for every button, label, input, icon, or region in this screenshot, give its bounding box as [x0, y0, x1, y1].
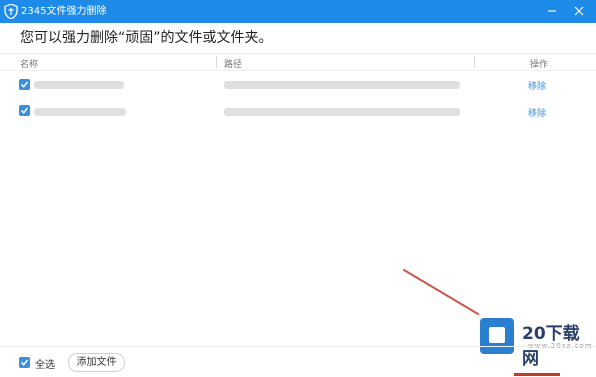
blurred-file-path	[224, 108, 460, 116]
blurred-file-name	[34, 108, 126, 116]
minimize-button[interactable]	[544, 3, 560, 19]
checkmark-icon	[20, 81, 29, 88]
select-all-checkbox[interactable]	[19, 357, 30, 368]
blurred-file-name	[34, 81, 124, 89]
checkmark-icon	[20, 359, 29, 366]
table-header: 名称 路径 操作	[0, 54, 596, 70]
column-header-action: 操作	[530, 60, 549, 70]
remove-link[interactable]: 移除	[528, 79, 546, 92]
close-icon	[574, 6, 584, 16]
table-row: 移除	[0, 72, 596, 98]
title-bar: 2345文件强力删除	[0, 0, 596, 23]
blurred-file-path	[224, 81, 460, 89]
column-header-name: 名称	[20, 60, 39, 70]
column-header-path: 路径	[224, 60, 243, 70]
table-row: 移除	[0, 98, 596, 124]
bottom-bar: 全选 添加文件	[0, 346, 596, 377]
remove-link[interactable]: 移除	[528, 106, 546, 119]
divider	[0, 70, 596, 71]
shield-logo-icon	[4, 4, 18, 19]
select-all-label[interactable]: 全选	[35, 356, 55, 371]
row-checkbox[interactable]	[19, 79, 30, 90]
column-divider	[474, 56, 475, 68]
add-file-button[interactable]: 添加文件	[68, 353, 125, 372]
page-subtitle: 您可以强力删除“顽固”的文件或文件夹。	[20, 30, 273, 46]
checkmark-icon	[20, 107, 29, 114]
minimize-icon	[548, 10, 556, 12]
column-divider	[216, 56, 217, 68]
annotation-arrow-icon	[403, 269, 479, 315]
row-checkbox[interactable]	[19, 105, 30, 116]
window-title: 2345文件强力删除	[21, 6, 107, 17]
watermark-logo-inner	[489, 327, 505, 343]
close-button[interactable]	[571, 3, 587, 19]
